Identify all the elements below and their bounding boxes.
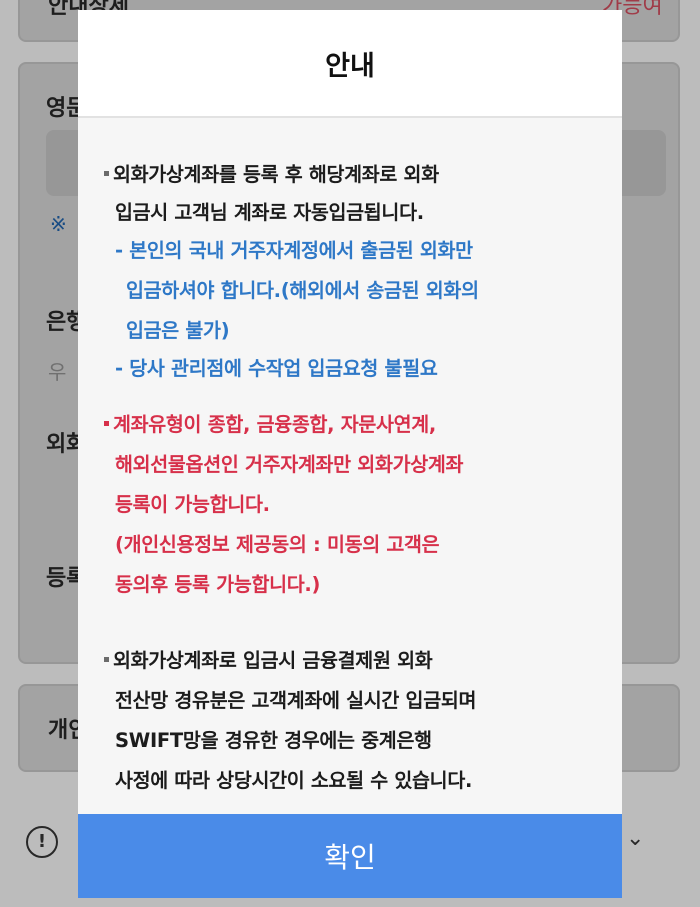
notice-paragraph-1-line-1: 외화가상계좌를 등록 후 해당계좌로 외화 (104, 158, 439, 187)
notice-modal: 안내 외화가상계좌를 등록 후 해당계좌로 외화 입금시 고객님 계좌로 자동입… (78, 10, 622, 898)
modal-header: 안내 (78, 10, 622, 118)
notice-paragraph-2-line-5: 동의후 등록 가능합니다.) (115, 573, 321, 596)
bullet-icon (104, 657, 109, 662)
bullet-icon (104, 421, 109, 426)
confirm-button[interactable]: 확인 (78, 814, 622, 898)
notice-paragraph-2-line-3: 등록이 가능합니다. (115, 493, 270, 516)
notice-paragraph-3-line-4: 사정에 따라 상당시간이 소요될 수 있습니다. (115, 769, 473, 792)
notice-paragraph-2-line-2: 해외선물옵션인 거주자계좌만 외화가상계좌 (115, 453, 464, 476)
notice-paragraph-3-line-3: SWIFT망을 경유한 경우에는 중계은행 (115, 729, 432, 752)
notice-subitem-1-line-1: - 본인의 국내 거주자계정에서 출금된 외화만 (115, 239, 473, 262)
notice-subitem-1-line-3: 입금은 불가) (126, 319, 230, 342)
notice-subitem-1-line-2: 입금하셔야 합니다.(해외에서 송금된 외화의 (126, 279, 479, 302)
modal-title: 안내 (325, 50, 375, 82)
notice-paragraph-1-line-2: 입금시 고객님 계좌로 자동입금됩니다. (115, 201, 424, 224)
modal-body: 외화가상계좌를 등록 후 해당계좌로 외화 입금시 고객님 계좌로 자동입금됩니… (78, 118, 622, 814)
notice-subitem-2: - 당사 관리점에 수작업 입금요청 불필요 (115, 357, 438, 380)
notice-paragraph-3-line-2: 전산망 경유분은 고객계좌에 실시간 입금되며 (115, 689, 477, 712)
notice-paragraph-2-line-4: (개인신용정보 제공동의 : 미동의 고객은 (115, 533, 440, 556)
notice-paragraph-2-line-1: 계좌유형이 종합, 금융종합, 자문사연계, (104, 408, 436, 437)
notice-paragraph-3-line-1: 외화가상계좌로 입금시 금융결제원 외화 (104, 644, 433, 673)
bullet-icon (104, 171, 109, 176)
